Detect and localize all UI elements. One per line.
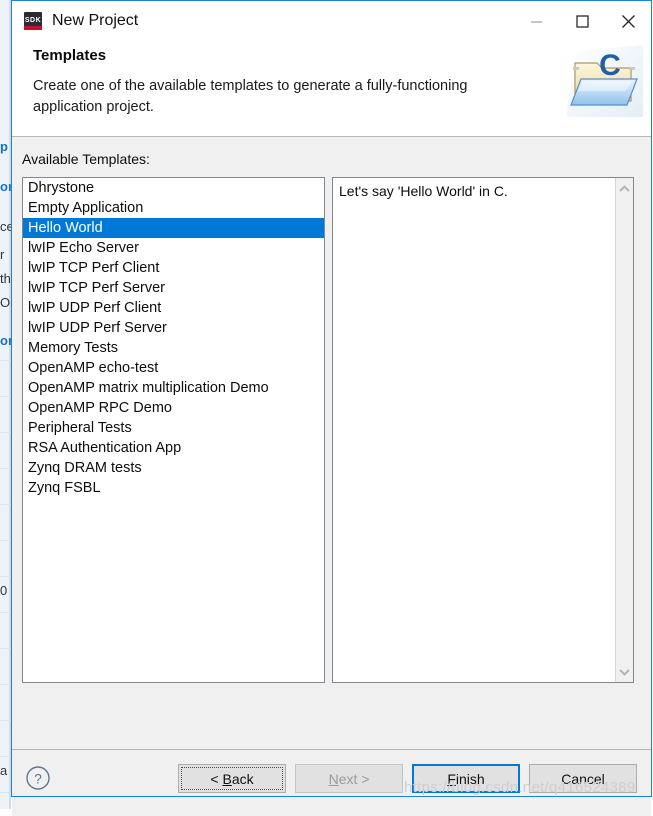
close-icon	[621, 14, 635, 28]
list-item[interactable]: OpenAMP matrix multiplication Demo	[23, 378, 324, 398]
cancel-button[interactable]: Cancel	[529, 764, 637, 793]
list-item[interactable]: lwIP UDP Perf Client	[23, 298, 324, 318]
scroll-up-button[interactable]	[616, 180, 633, 197]
list-item[interactable]: Zynq DRAM tests	[23, 458, 324, 478]
minimize-icon	[530, 20, 542, 23]
background-left-band	[0, 0, 9, 809]
c-folder-icon: C	[567, 45, 643, 117]
title-bar[interactable]: SDK New Project	[12, 1, 651, 41]
list-item[interactable]: RSA Authentication App	[23, 438, 324, 458]
maximize-button[interactable]	[559, 1, 605, 41]
list-item[interactable]: Empty Application	[23, 198, 324, 218]
templates-listbox[interactable]: Dhrystone Empty Application Hello World lwI…	[22, 177, 325, 683]
maximize-icon	[575, 14, 589, 28]
list-item[interactable]: lwIP TCP Perf Server	[23, 278, 324, 298]
finish-button-label: Finish	[447, 770, 485, 787]
sdk-icon-label: SDK	[24, 16, 42, 24]
finish-button[interactable]: Finish	[412, 764, 520, 793]
window-title: New Project	[52, 12, 139, 29]
list-item[interactable]: OpenAMP echo-test	[23, 358, 324, 378]
dialog-bottom-edge	[11, 796, 652, 797]
page-title: Templates	[33, 47, 107, 64]
help-button[interactable]: ?	[25, 765, 51, 791]
list-item[interactable]: lwIP UDP Perf Server	[23, 318, 324, 338]
close-button[interactable]	[605, 1, 651, 41]
dialog-header: Templates Create one of the available te…	[12, 41, 651, 137]
next-button-label: Next >	[328, 770, 370, 787]
list-item[interactable]: Memory Tests	[23, 338, 324, 358]
list-item[interactable]: OpenAMP RPC Demo	[23, 398, 324, 418]
template-description-text: Let's say 'Hello World' in C.	[339, 183, 508, 199]
chevron-up-icon	[619, 184, 630, 192]
available-templates-label: Available Templates:	[22, 151, 150, 167]
minimize-button[interactable]	[513, 1, 559, 41]
svg-text:C: C	[599, 49, 621, 82]
list-item[interactable]: lwIP TCP Perf Client	[23, 258, 324, 278]
dialog-body: Available Templates: Dhrystone Empty Appl…	[12, 137, 651, 749]
scroll-down-button[interactable]	[616, 663, 633, 680]
help-question-icon: ?	[26, 766, 50, 790]
dialog-footer: ? < Back Next > Finish Cancel	[12, 749, 651, 816]
back-button[interactable]: < Back	[178, 764, 286, 793]
cancel-button-label: Cancel	[561, 770, 605, 787]
chevron-down-icon	[619, 668, 630, 676]
list-item[interactable]: Peripheral Tests	[23, 418, 324, 438]
sdk-icon-underline	[24, 26, 42, 30]
list-item[interactable]: Zynq FSBL	[23, 478, 324, 498]
focus-ring	[181, 767, 283, 790]
list-item[interactable]: lwIP Echo Server	[23, 238, 324, 258]
list-item[interactable]: Hello World	[23, 218, 324, 238]
next-button: Next >	[295, 764, 403, 793]
window-controls	[513, 1, 651, 41]
dialog-button-row: < Back Next > Finish Cancel	[178, 764, 637, 793]
svg-text:?: ?	[34, 771, 42, 787]
list-item[interactable]: Dhrystone	[23, 178, 324, 198]
template-description-panel: Let's say 'Hello World' in C.	[332, 177, 634, 683]
new-project-dialog: SDK New Project Templates Create one of …	[11, 0, 652, 816]
page-description: Create one of the available templates to…	[33, 78, 468, 115]
description-scrollbar[interactable]	[615, 178, 633, 682]
sdk-app-icon: SDK	[24, 12, 42, 30]
